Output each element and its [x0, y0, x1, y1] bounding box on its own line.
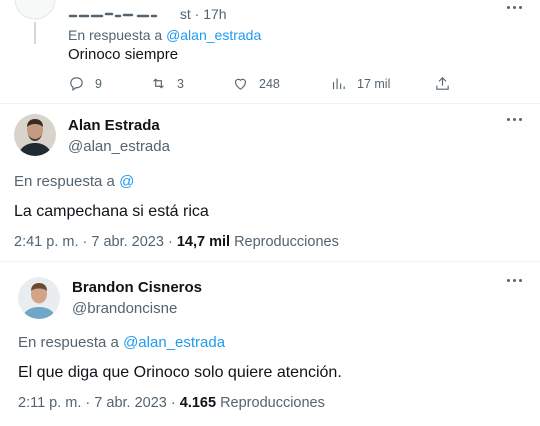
retweet-count: 3	[177, 76, 184, 91]
like-icon	[234, 78, 247, 90]
avatar[interactable]	[14, 114, 56, 156]
action-bar: 9 3 248 17 mil	[68, 75, 449, 95]
reply-context: En respuesta a @alan_estrada	[68, 27, 262, 43]
tweet-meta: 2:11 p. m. · 7 abr. 2023 · 4.165 Reprodu…	[18, 395, 325, 411]
reply-button[interactable]: 9	[68, 75, 102, 92]
more-button[interactable]	[507, 279, 522, 282]
more-icon	[507, 279, 522, 282]
views-icon	[332, 78, 345, 90]
views-count: 17 mil	[357, 76, 391, 91]
user-handle[interactable]: @brandoncisne	[72, 300, 177, 317]
user-handle[interactable]: @alan_estrada	[68, 138, 170, 155]
more-button[interactable]	[507, 118, 522, 121]
tweet-2[interactable]: Alan Estrada @alan_estrada En respuesta …	[0, 104, 540, 262]
more-icon	[507, 118, 522, 121]
views-button[interactable]: 17 mil	[330, 75, 390, 92]
tweet-header: st · 17h	[68, 6, 227, 22]
like-button[interactable]: 248	[232, 75, 280, 92]
views-label: Reproducciones	[220, 395, 325, 411]
avatar-photo	[18, 277, 60, 319]
reply-context: En respuesta a @	[14, 173, 135, 190]
tweet-3[interactable]: Brandon Cisneros @brandoncisne En respue…	[0, 263, 540, 426]
tweet-1[interactable]: st · 17h En respuesta a @alan_estrada Or…	[0, 0, 540, 104]
views-label: Reproducciones	[234, 234, 339, 250]
tweet-text: El que diga que Orinoco solo quiere aten…	[18, 364, 342, 381]
tweet-text: La campechana si está rica	[14, 203, 209, 220]
thread-avatar-partial	[14, 0, 56, 44]
reply-context: En respuesta a @alan_estrada	[18, 334, 226, 351]
more-icon	[507, 6, 522, 9]
tweet-time[interactable]: 2:11 p. m. · 7 abr. 2023 ·	[18, 395, 176, 411]
views-count: 4.165	[179, 395, 217, 411]
display-name[interactable]: Brandon Cisneros	[72, 279, 202, 296]
tweet-text: Orinoco siempre	[68, 46, 179, 63]
cropped-name	[68, 13, 158, 18]
share-icon	[436, 77, 449, 90]
reply-count: 9	[95, 76, 102, 91]
share-button[interactable]	[434, 75, 461, 92]
retweet-button[interactable]: 3	[150, 75, 184, 92]
reply-mention-link[interactable]: @alan_estrada	[166, 27, 261, 43]
reply-mention-link[interactable]: @	[119, 173, 134, 190]
reply-icon	[70, 77, 83, 92]
tweet-time[interactable]: st · 17h	[180, 6, 227, 22]
retweet-icon	[153, 78, 164, 89]
reply-mention-link[interactable]: @alan_estrada	[123, 334, 225, 351]
more-button[interactable]	[507, 6, 522, 9]
display-name[interactable]: Alan Estrada	[68, 117, 160, 134]
avatar-photo	[14, 114, 56, 156]
tweet-meta: 2:41 p. m. · 7 abr. 2023 · 14,7 mil Repr…	[14, 234, 339, 250]
like-count: 248	[259, 76, 280, 91]
tweet-time[interactable]: 2:41 p. m. · 7 abr. 2023 ·	[14, 234, 173, 250]
views-count: 14,7 mil	[176, 234, 231, 250]
avatar[interactable]	[18, 277, 60, 319]
